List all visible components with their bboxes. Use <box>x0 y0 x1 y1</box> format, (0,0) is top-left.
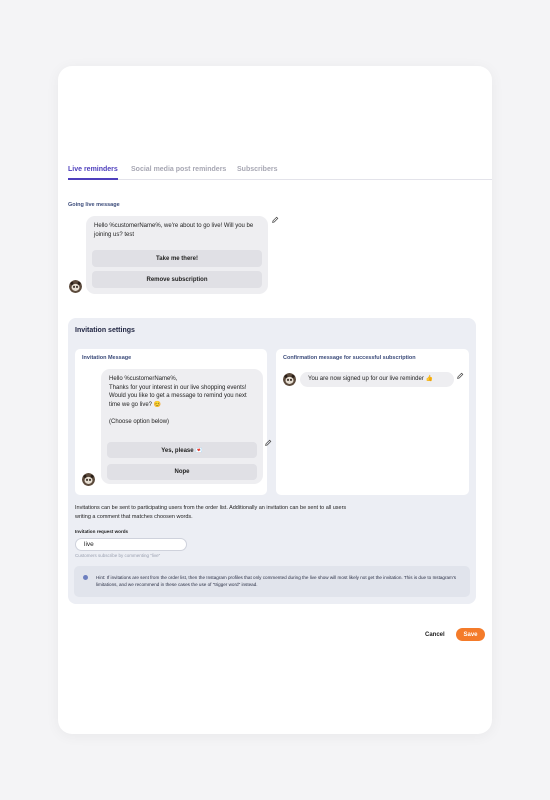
hint-box: Hint: If invitations are sent from the o… <box>74 566 470 597</box>
avatar <box>283 373 296 386</box>
settings-card: Live reminders Social media post reminde… <box>58 66 492 734</box>
going-live-message-text: Hello %customerName%, we're about to go … <box>94 223 254 238</box>
invitation-message-card: Invitation Message Hello %customerName%,… <box>75 349 267 495</box>
edit-pencil-icon[interactable] <box>271 216 279 224</box>
going-live-label: Going live message <box>68 202 120 208</box>
invitation-message-label: Invitation Message <box>82 355 132 361</box>
confirmation-message-label: Confirmation message for successful subs… <box>283 355 416 361</box>
invitation-message-bubble: Hello %customerName%, Thanks for your in… <box>101 369 263 484</box>
invitation-settings-panel: Invitation settings Invitation Message H… <box>68 318 476 604</box>
yes-please-button[interactable]: Yes, please 💌 <box>107 442 257 458</box>
tab-live-reminders[interactable]: Live reminders <box>68 164 118 180</box>
request-words-label: Invitation request words <box>75 529 129 534</box>
remove-subscription-button[interactable]: Remove subscription <box>92 271 262 288</box>
tab-bar: Live reminders Social media post reminde… <box>68 164 492 180</box>
avatar <box>82 473 95 486</box>
confirmation-message-bubble: You are now signed up for our live remin… <box>300 372 454 387</box>
nope-button[interactable]: Nope <box>107 464 257 480</box>
invitation-settings-title: Invitation settings <box>75 327 135 334</box>
invitation-info-text: Invitations can be sent to participating… <box>75 505 347 520</box>
edit-pencil-icon[interactable] <box>264 439 272 447</box>
take-me-there-button[interactable]: Take me there! <box>92 250 262 267</box>
save-button[interactable]: Save <box>456 628 485 641</box>
avatar <box>69 280 82 293</box>
tab-social-media-post-reminders[interactable]: Social media post reminders <box>131 164 226 175</box>
cancel-button[interactable]: Cancel <box>425 632 445 638</box>
invitation-message-text: Hello %customerName%, Thanks for your in… <box>109 376 247 425</box>
hint-text: Hint: If invitations are sent from the o… <box>96 575 457 587</box>
info-icon <box>83 575 88 580</box>
confirmation-message-text: You are now signed up for our live remin… <box>308 376 433 382</box>
tab-subscribers[interactable]: Subscribers <box>237 164 277 175</box>
going-live-message-bubble: Hello %customerName%, we're about to go … <box>86 216 268 294</box>
request-words-input[interactable]: live <box>75 538 187 551</box>
edit-pencil-icon[interactable] <box>456 372 464 380</box>
confirmation-message-card: Confirmation message for successful subs… <box>276 349 469 495</box>
request-words-helper: Customers subscribe by commenting "live" <box>75 553 161 558</box>
